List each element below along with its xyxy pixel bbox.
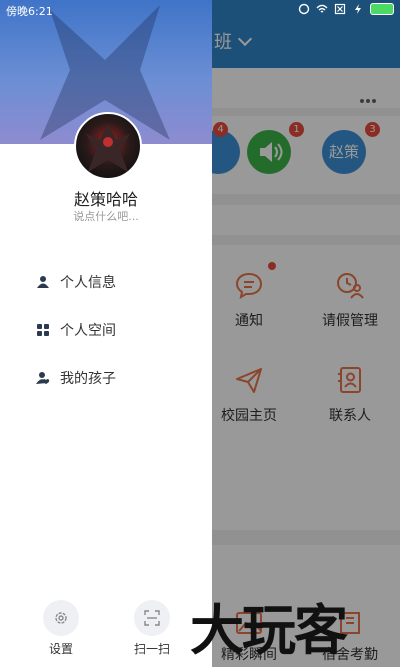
menu-item-children[interactable]: 我的孩子 [36, 366, 116, 390]
user-signature[interactable]: 说点什么吧... [0, 208, 212, 224]
menu-item-profile[interactable]: 个人信息 [36, 270, 116, 294]
navigation-drawer: 赵策哈哈 说点什么吧... 个人信息 个人空间 我的孩子 设置 扫一扫 [0, 0, 212, 667]
status-icons [298, 3, 394, 15]
status-time: 傍晚6:21 [6, 5, 53, 18]
menu-item-label: 个人空间 [60, 323, 116, 339]
person-icon [37, 276, 49, 288]
menu-item-label: 个人信息 [60, 275, 116, 291]
avatar[interactable] [74, 112, 142, 180]
charging-icon [355, 4, 361, 14]
user-name[interactable]: 赵策哈哈 [0, 186, 212, 210]
battery-icon [370, 3, 394, 15]
status-bar: 傍晚6:21 [0, 0, 400, 20]
menu-item-label: 我的孩子 [60, 371, 116, 387]
grid-icon [37, 324, 49, 336]
child-icon [36, 372, 50, 384]
menu-item-space[interactable]: 个人空间 [36, 318, 116, 342]
no-sim-icon [334, 3, 346, 15]
settings-button[interactable]: 设置 [31, 600, 91, 657]
scan-button[interactable]: 扫一扫 [122, 600, 182, 657]
settings-label: 设置 [48, 642, 73, 656]
avatar-image [86, 124, 130, 172]
scan-icon [144, 610, 160, 626]
wifi-icon [316, 4, 328, 13]
sync-icon [298, 3, 310, 15]
scan-label: 扫一扫 [133, 642, 170, 656]
gear-icon [55, 612, 67, 624]
watermark: 大玩客 [190, 598, 348, 662]
